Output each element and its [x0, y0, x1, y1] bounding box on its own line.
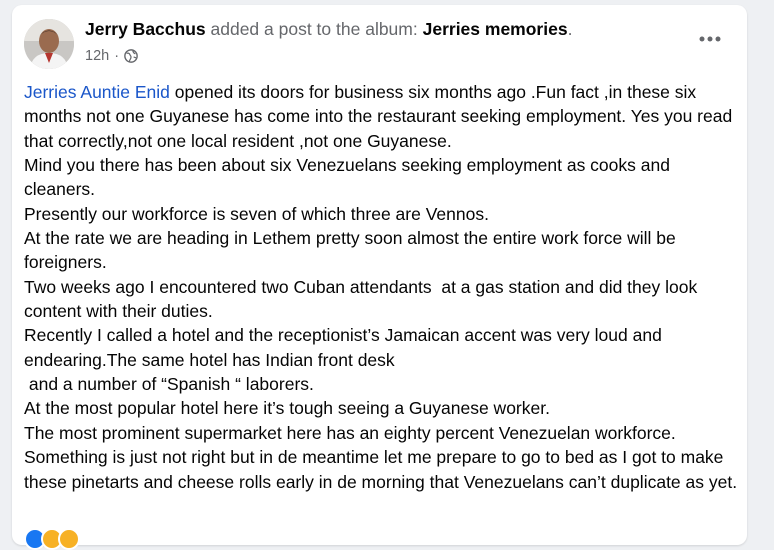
post-paragraph: Something is just not right but in de me… [24, 447, 738, 492]
post-paragraph: and a number of “Spanish “ laborers. [24, 374, 314, 395]
post-header: Jerry Bacchus added a post to the album:… [85, 19, 572, 40]
author-avatar[interactable] [24, 19, 74, 69]
meta-separator: · [114, 48, 120, 64]
post-meta: 12h · [85, 48, 138, 64]
post-paragraph: Two weeks ago I encountered two Cuban at… [24, 276, 703, 322]
post-body: Jerries Auntie Enid opened its doors for… [24, 80, 740, 494]
more-options-icon[interactable] [695, 27, 725, 51]
author-name[interactable]: Jerry Bacchus [85, 19, 206, 39]
reaction-icons[interactable] [24, 528, 80, 550]
album-suffix: . [567, 19, 573, 39]
mention-link[interactable]: Jerries Auntie Enid [24, 82, 170, 102]
globe-icon[interactable] [124, 49, 138, 63]
post-paragraph: The most prominent supermarket here has … [24, 422, 676, 443]
post-paragraph: At the rate we are heading in Lethem pre… [24, 228, 681, 273]
post-paragraph: Presently our workforce is seven of whic… [24, 203, 489, 224]
album-link[interactable]: Jerries memories [423, 19, 568, 39]
post-card: Jerry Bacchus added a post to the album:… [12, 5, 747, 550]
care-reaction-icon [58, 528, 80, 550]
avatar-image [24, 19, 74, 69]
post-paragraph: Mind you there has been about six Venezu… [24, 155, 675, 200]
post-paragraph: Jerries Auntie Enid opened its doors for… [24, 80, 740, 153]
post-paragraph: Recently I called a hotel and the recept… [24, 325, 667, 370]
post-timestamp[interactable]: 12h [85, 48, 109, 64]
post-action-text: added a post to the album: [205, 19, 423, 39]
post-paragraph: At the most popular hotel here it’s toug… [24, 398, 550, 419]
